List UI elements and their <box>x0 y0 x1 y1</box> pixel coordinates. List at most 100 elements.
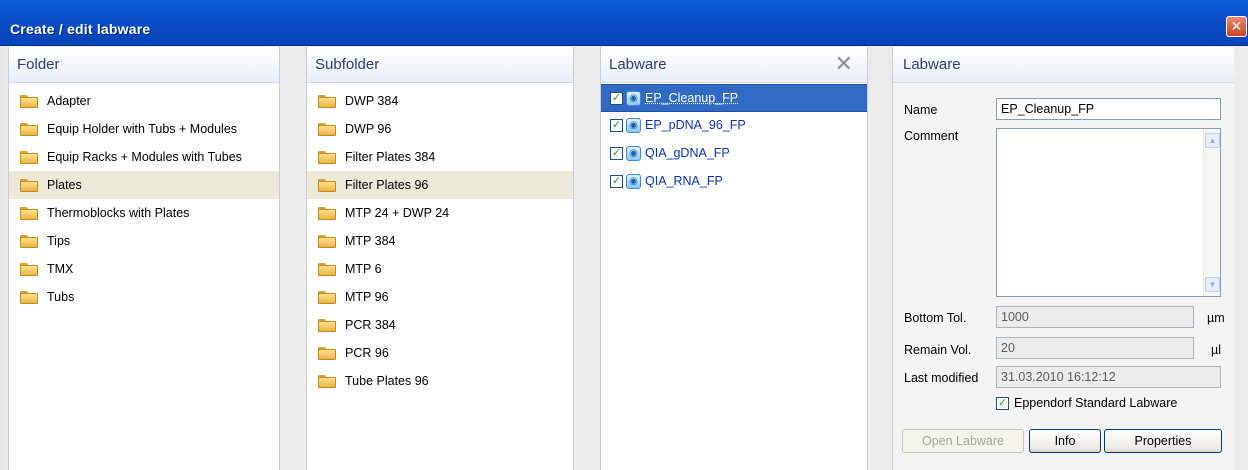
folder-item[interactable]: Thermoblocks with Plates <box>9 199 279 227</box>
remain-vol-label: Remain Vol. <box>904 343 972 357</box>
subfolder-item[interactable]: MTP 96 <box>307 283 573 311</box>
labware-item-checkbox[interactable]: ✓ <box>610 119 623 132</box>
folder-item-label: Equip Racks + Modules with Tubes <box>47 150 242 164</box>
labware-list: ✓ ◉ EP_Cleanup_FP ✓ ◉ EP_pDNA_96_FP ✓ ◉ QIA_gDNA… <box>601 83 867 196</box>
name-label: Name <box>904 103 938 117</box>
subfolder-item-label: PCR 384 <box>345 318 396 332</box>
bottom-tol-label: Bottom Tol. <box>904 311 967 325</box>
folder-icon <box>20 95 38 108</box>
folder-icon <box>20 151 38 164</box>
folder-icon <box>318 207 336 220</box>
folder-item[interactable]: Equip Racks + Modules with Tubes <box>9 143 279 171</box>
folder-item-label: Plates <box>47 178 82 192</box>
open-labware-button[interactable]: Open Labware <box>902 429 1024 453</box>
properties-button[interactable]: Properties <box>1104 429 1222 453</box>
folder-icon <box>20 235 38 248</box>
folder-item[interactable]: Tips <box>9 227 279 255</box>
labware-item[interactable]: ✓ ◉ EP_pDNA_96_FP <box>601 112 867 140</box>
scroll-down-button[interactable]: ▼ <box>1205 277 1220 292</box>
comment-label: Comment <box>904 129 959 143</box>
remain-vol-unit: µl <box>1211 343 1221 357</box>
subfolder-item[interactable]: DWP 384 <box>307 87 573 115</box>
labware-item-label: QIA_RNA_FP <box>645 174 723 188</box>
folder-item-label: Tubs <box>47 290 75 304</box>
subfolder-item[interactable]: PCR 96 <box>307 339 573 367</box>
labware-list-panel: Labware ✕ ✓ ◉ EP_Cleanup_FP ✓ ◉ EP_pDNA_96_FP… <box>600 47 868 470</box>
folder-icon <box>20 207 38 220</box>
bottom-tol-unit: µm <box>1207 311 1225 325</box>
window-title: Create / edit labware <box>10 21 151 37</box>
labware-plate-icon: ◉ <box>626 91 641 106</box>
folder-item-label: TMX <box>47 262 74 276</box>
folder-list: Adapter Equip Holder with Tubs + Modules E… <box>9 83 279 311</box>
remain-vol-field[interactable]: 20 <box>996 337 1194 359</box>
folder-item-label: Equip Holder with Tubs + Modules <box>47 122 238 136</box>
scroll-down-icon: ▼ <box>1208 280 1217 289</box>
subfolder-item-label: Filter Plates 384 <box>345 150 436 164</box>
subfolder-item[interactable]: MTP 384 <box>307 227 573 255</box>
folder-item[interactable]: Equip Holder with Tubs + Modules <box>9 115 279 143</box>
scroll-up-button[interactable]: ▲ <box>1205 133 1220 148</box>
bottom-tol-field[interactable]: 1000 <box>996 306 1194 328</box>
labware-plate-icon: ◉ <box>626 118 641 133</box>
subfolder-list: DWP 384 DWP 96 Filter Plates 384 Filter Pla… <box>307 83 573 395</box>
name-field[interactable]: EP_Cleanup_FP <box>996 98 1221 120</box>
comment-field[interactable]: ▲ ▼ <box>996 128 1221 297</box>
labware-list-title: Labware <box>609 56 667 73</box>
labware-item[interactable]: ✓ ◉ EP_Cleanup_FP <box>601 84 867 112</box>
subfolder-item[interactable]: PCR 384 <box>307 311 573 339</box>
folder-icon <box>318 123 336 136</box>
labware-item-label: QIA_gDNA_FP <box>645 146 730 160</box>
labware-item[interactable]: ✓ ◉ QIA_gDNA_FP <box>601 140 867 168</box>
subfolder-item-label: DWP 96 <box>345 122 392 136</box>
folder-item[interactable]: Adapter <box>9 87 279 115</box>
subfolder-item[interactable]: Filter Plates 96 <box>307 171 573 199</box>
labware-list-header: Labware ✕ <box>601 47 867 83</box>
close-icon[interactable]: ✕ <box>1231 18 1243 34</box>
subfolder-item-label: PCR 96 <box>345 346 389 360</box>
folder-item[interactable]: TMX <box>9 255 279 283</box>
standard-labware-checkbox[interactable]: ✓ <box>996 397 1009 410</box>
subfolder-item-label: Filter Plates 96 <box>345 178 429 192</box>
info-button[interactable]: Info <box>1029 429 1101 453</box>
labware-item-checkbox[interactable]: ✓ <box>610 147 623 160</box>
subfolder-item-label: MTP 96 <box>345 290 389 304</box>
folder-item-label: Tips <box>47 234 71 248</box>
folder-icon <box>318 235 336 248</box>
folder-item-label: Thermoblocks with Plates <box>47 206 190 220</box>
folder-item-label: Adapter <box>47 94 91 108</box>
folder-item[interactable]: Plates <box>9 171 279 199</box>
subfolder-item[interactable]: DWP 96 <box>307 115 573 143</box>
folder-icon <box>318 151 336 164</box>
standard-labware-label[interactable]: Eppendorf Standard Labware <box>1014 396 1177 410</box>
subfolder-item[interactable]: MTP 24 + DWP 24 <box>307 199 573 227</box>
labware-item[interactable]: ✓ ◉ QIA_RNA_FP <box>601 168 867 196</box>
labware-plate-icon: ◉ <box>626 146 641 161</box>
folder-icon <box>20 179 38 192</box>
folder-item[interactable]: Tubs <box>9 283 279 311</box>
subfolder-item-label: MTP 24 + DWP 24 <box>345 206 450 220</box>
labware-plate-icon: ◉ <box>626 174 641 189</box>
subfolder-item[interactable]: Tube Plates 96 <box>307 367 573 395</box>
folder-icon <box>318 263 336 276</box>
labware-properties-panel: Labware Name EP_Cleanup_FP Comment ▲ ▼ B… <box>892 47 1234 470</box>
labware-item-label: EP_pDNA_96_FP <box>645 118 746 132</box>
comment-scrollbar[interactable]: ▲ ▼ <box>1203 129 1220 296</box>
last-modified-label: Last modified <box>904 371 979 385</box>
scroll-up-icon: ▲ <box>1208 136 1217 145</box>
subfolder-panel-header: Subfolder <box>307 47 573 83</box>
close-icon[interactable]: ✕ <box>835 47 853 81</box>
labware-properties-header: Labware <box>893 47 1234 83</box>
labware-item-checkbox[interactable]: ✓ <box>610 92 623 105</box>
subfolder-item[interactable]: Filter Plates 384 <box>307 143 573 171</box>
folder-icon <box>318 291 336 304</box>
close-window-button[interactable]: ✕ <box>1226 16 1247 37</box>
subfolder-item-label: Tube Plates 96 <box>345 374 429 388</box>
folder-icon <box>20 263 38 276</box>
subfolder-item[interactable]: MTP 6 <box>307 255 573 283</box>
subfolder-item-label: DWP 384 <box>345 94 399 108</box>
labware-item-checkbox[interactable]: ✓ <box>610 175 623 188</box>
folder-icon <box>318 179 336 192</box>
folder-panel: Folder Adapter Equip Holder with Tubs + M… <box>8 47 280 470</box>
folder-icon <box>20 123 38 136</box>
